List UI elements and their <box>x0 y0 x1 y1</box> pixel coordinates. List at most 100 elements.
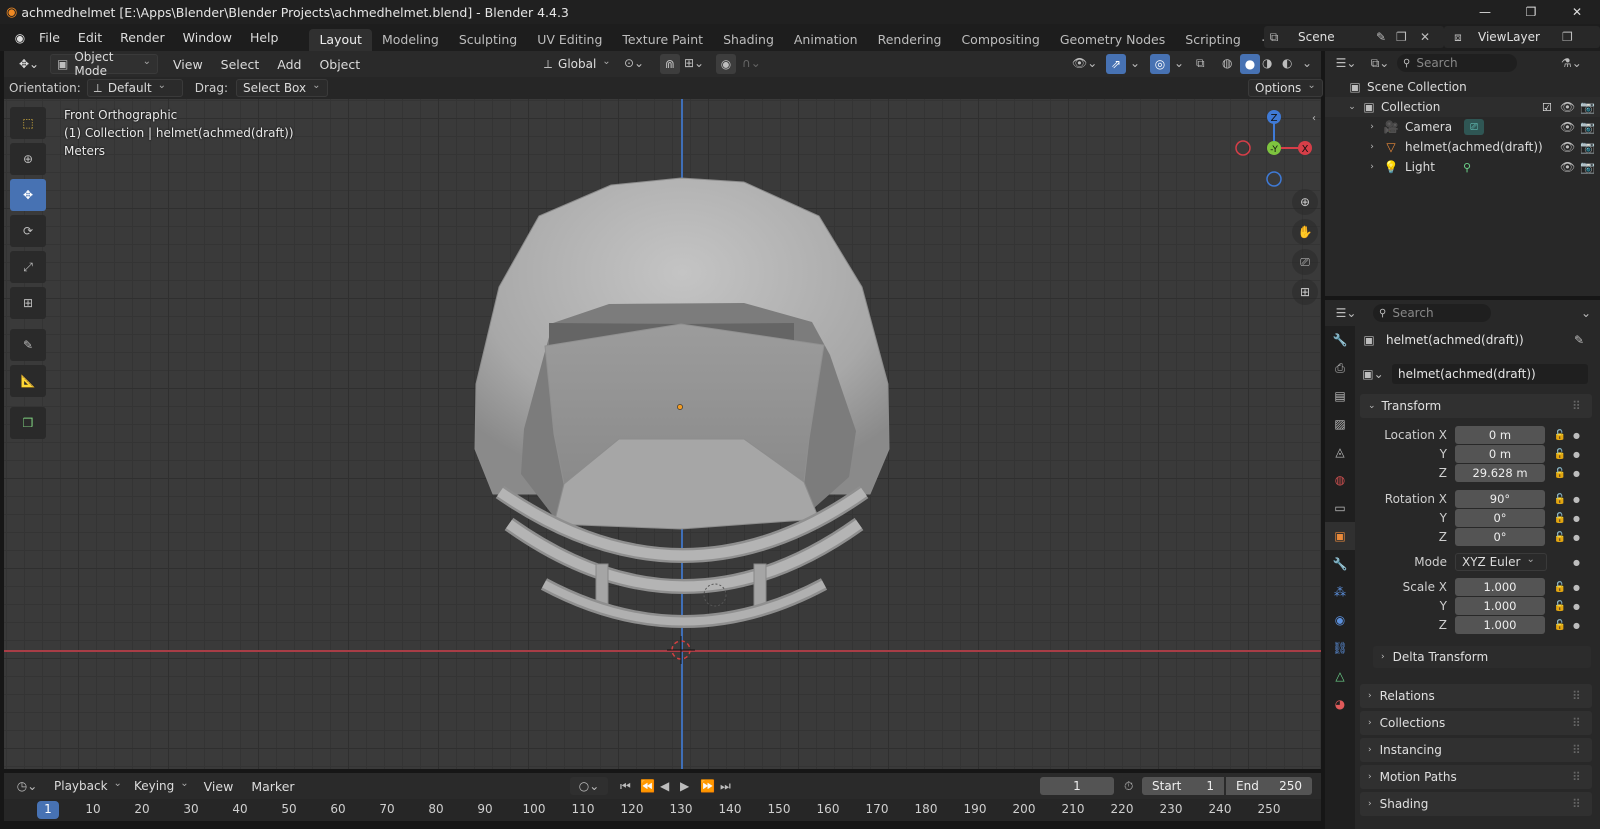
tab-data[interactable]: △ <box>1325 662 1355 690</box>
object-pin-icon[interactable]: ✎ <box>1574 333 1584 347</box>
tab-layout[interactable]: Layout <box>309 29 372 51</box>
transform-orientation-dropdown[interactable]: ⟂ Global <box>538 54 617 74</box>
auto-keying-icon[interactable]: ○⌄ <box>570 777 608 795</box>
location-x-field[interactable]: 0 m <box>1455 426 1545 444</box>
shading-panel-header[interactable]: › Shading ⠿ <box>1360 792 1592 816</box>
outliner-row-camera[interactable]: › 🎥 Camera ⎚ 👁 📷 <box>1325 117 1600 137</box>
overlay-toggle-icon[interactable]: ◎ <box>1150 54 1170 74</box>
menu-view[interactable]: View <box>164 51 212 78</box>
drag-dropdown[interactable]: Select Box <box>235 79 328 97</box>
tab-sculpting[interactable]: Sculpting <box>449 29 527 51</box>
timeline-ruler[interactable]: 1 10 20 30 40 50 60 70 80 90 100 110 120… <box>4 799 1321 821</box>
rotation-z-field[interactable]: 0° <box>1455 528 1545 546</box>
new-scene-icon[interactable]: ❐ <box>1396 30 1407 44</box>
camera-visibility-icon[interactable]: 👁 <box>1560 120 1575 134</box>
menu-object[interactable]: Object <box>310 51 369 78</box>
keying-menu[interactable]: Keying <box>128 776 195 796</box>
tab-modifiers[interactable]: 🔧 <box>1325 550 1355 578</box>
menu-add[interactable]: Add <box>268 51 310 78</box>
tab-render[interactable]: ⎙ <box>1325 354 1355 382</box>
helmet-visibility-icon[interactable]: 👁 <box>1560 140 1575 154</box>
visibility-icon[interactable]: 👁⌄ <box>1072 56 1097 70</box>
tab-rendering[interactable]: Rendering <box>868 29 952 51</box>
snap-target-icon[interactable]: ⊞⌄ <box>684 56 704 70</box>
display-mode-icon[interactable]: ⧉⌄ <box>1363 56 1397 71</box>
xray-icon[interactable]: ⧉ <box>1196 56 1205 71</box>
light-render-icon[interactable]: 📷 <box>1580 160 1595 174</box>
camera-render-icon[interactable]: 📷 <box>1580 120 1595 134</box>
viewlayer-selector[interactable]: ⧈ ViewLayer ❐ <box>1444 26 1600 48</box>
pan-hand-icon[interactable]: ✋ <box>1292 219 1318 245</box>
jump-keyframe-back-icon[interactable]: ⏪ <box>640 779 655 793</box>
rotation-x-lock-icon[interactable]: 🔓 <box>1553 494 1567 505</box>
stopwatch-icon[interactable]: ⏱ <box>1124 779 1133 794</box>
rotation-y-keyframe-icon[interactable]: ● <box>1573 514 1580 523</box>
scale-x-lock-icon[interactable]: 🔓 <box>1553 582 1567 593</box>
overlay-dropdown-icon[interactable]: ⌄ <box>1174 56 1184 70</box>
location-z-keyframe-icon[interactable]: ● <box>1573 469 1580 478</box>
wireframe-shading-icon[interactable]: ◍ <box>1222 56 1232 70</box>
timeline-view-menu[interactable]: View <box>195 773 243 800</box>
tab-output[interactable]: ▤ <box>1325 382 1355 410</box>
scale-tool[interactable]: ⤢ <box>10 251 46 283</box>
playback-menu[interactable]: Playback <box>48 776 128 796</box>
orientation-dropdown[interactable]: ⟂ Default <box>86 79 183 97</box>
shading-drag-icon[interactable]: ⠿ <box>1572 797 1581 811</box>
blender-menu-icon[interactable]: ◉ <box>10 31 30 45</box>
outliner-editor-icon[interactable]: ☰⌄ <box>1329 56 1363 70</box>
location-y-field[interactable]: 0 m <box>1455 445 1545 463</box>
properties-editor-icon[interactable]: ☰⌄ <box>1329 306 1363 320</box>
jump-to-start-icon[interactable]: ⏮ <box>620 779 631 794</box>
collection-checkbox-icon[interactable]: ☑ <box>1542 101 1552 114</box>
outliner-row-scene-collection[interactable]: ▣ Scene Collection <box>1325 77 1600 97</box>
object-datablock-icon[interactable]: ▣⌄ <box>1360 367 1386 381</box>
rotation-x-field[interactable]: 90° <box>1455 490 1545 508</box>
transform-drag-icon[interactable]: ⠿ <box>1572 399 1581 413</box>
annotate-tool[interactable]: ✎ <box>10 329 46 361</box>
rotate-tool[interactable]: ⟳ <box>10 215 46 247</box>
tab-view-layer[interactable]: ▨ <box>1325 410 1355 438</box>
transform-tool[interactable]: ⊞ <box>10 287 46 319</box>
add-cube-tool[interactable]: ❒ <box>10 407 46 439</box>
sidebar-toggle-icon[interactable]: ‹ <box>1312 113 1316 124</box>
menu-help[interactable]: Help <box>241 24 288 51</box>
instancing-panel-header[interactable]: › Instancing ⠿ <box>1360 738 1592 762</box>
tab-object[interactable]: ▣ <box>1325 522 1355 550</box>
location-z-lock-icon[interactable]: 🔓 <box>1553 468 1567 479</box>
scale-x-field[interactable]: 1.000 <box>1455 578 1545 596</box>
gizmo-toggle-icon[interactable]: ⇗ <box>1106 54 1126 74</box>
tab-geometry-nodes[interactable]: Geometry Nodes <box>1050 29 1175 51</box>
collections-drag-icon[interactable]: ⠿ <box>1572 716 1581 730</box>
options-dropdown[interactable]: Options <box>1248 79 1323 97</box>
minimize-icon[interactable]: — <box>1462 0 1508 24</box>
helmet-model[interactable] <box>4 99 1321 769</box>
outliner-row-helmet[interactable]: › ▽ helmet(achmed(draft)) 👁 📷 <box>1325 137 1600 157</box>
outliner-row-light[interactable]: › 💡 Light ⚲ 👁 📷 <box>1325 157 1600 177</box>
scene-selector[interactable]: ⧉ Scene ✎ ❐ ✕ <box>1264 26 1444 48</box>
tab-shading[interactable]: Shading <box>713 29 784 51</box>
start-frame-field[interactable]: Start 1 <box>1142 777 1224 795</box>
helmet-render-icon[interactable]: 📷 <box>1580 140 1595 154</box>
solid-shading-icon[interactable]: ● <box>1240 54 1260 74</box>
marker-menu[interactable]: Marker <box>242 773 303 800</box>
pivot-point-icon[interactable]: ⊙⌄ <box>624 56 644 70</box>
properties-search-field[interactable]: ⚲ Search <box>1373 304 1491 322</box>
gizmo-dropdown-icon[interactable]: ⌄ <box>1130 56 1140 70</box>
rotation-y-field[interactable]: 0° <box>1455 509 1545 527</box>
select-box-tool[interactable]: ⬚ <box>10 107 46 139</box>
expand-camera-icon[interactable]: › <box>1367 122 1377 132</box>
scale-z-lock-icon[interactable]: 🔓 <box>1553 620 1567 631</box>
rotation-mode-dropdown[interactable]: XYZ Euler <box>1455 553 1547 571</box>
camera-data-icon[interactable]: ⎚ <box>1464 119 1485 135</box>
tab-tool[interactable]: 🔧 <box>1325 326 1355 354</box>
3d-viewport[interactable]: ⬚ ⊕ ✥ ⟳ ⤢ ⊞ ✎ 📐 ❒ Front Orthographic (1)… <box>4 99 1321 769</box>
location-x-lock-icon[interactable]: 🔓 <box>1553 430 1567 441</box>
tab-scripting[interactable]: Scripting <box>1175 29 1251 51</box>
expand-collection-icon[interactable]: ⌄ <box>1347 102 1357 112</box>
new-viewlayer-icon[interactable]: ❐ <box>1562 30 1573 44</box>
collections-panel-header[interactable]: › Collections ⠿ <box>1360 711 1592 735</box>
collection-render-icon[interactable]: 📷 <box>1580 100 1595 114</box>
tab-world[interactable]: ◍ <box>1325 466 1355 494</box>
rotation-z-lock-icon[interactable]: 🔓 <box>1553 532 1567 543</box>
menu-select[interactable]: Select <box>212 51 269 78</box>
